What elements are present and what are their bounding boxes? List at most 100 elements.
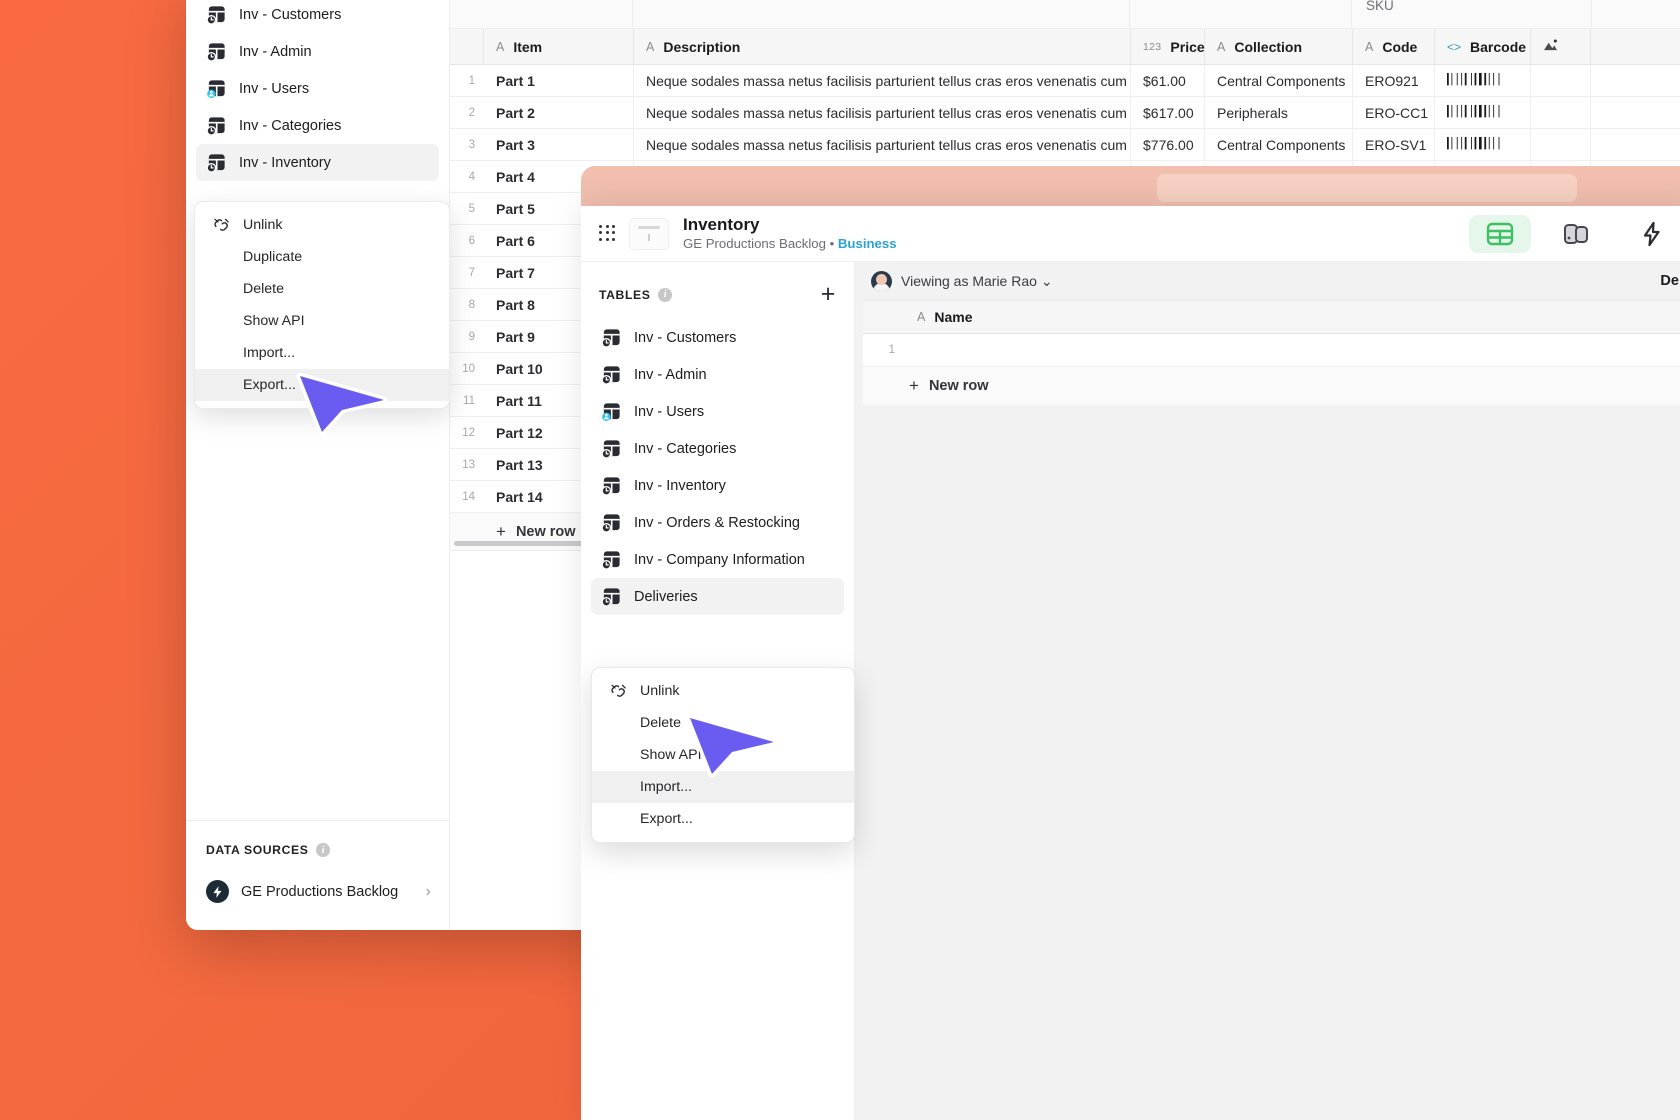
chevron-down-icon: ⌄	[1041, 273, 1053, 289]
app-title-block: Inventory GE Productions Backlog • Busin…	[683, 215, 897, 252]
foreground-table-item-label: Inv - Users	[634, 404, 704, 420]
row-index: 7	[450, 257, 484, 288]
grid-header-index	[450, 29, 484, 64]
row-cell-item[interactable]: Part 3	[484, 129, 634, 160]
foreground-table-item-4[interactable]: Inv - Inventory	[591, 467, 844, 504]
unlink-icon	[610, 684, 628, 698]
foreground-header-name[interactable]: A Name	[905, 301, 1680, 333]
row-cell-image[interactable]	[1531, 65, 1591, 96]
row-cell-price[interactable]: $61.00	[1131, 65, 1205, 96]
foreground-table-item-6[interactable]: Inv - Company Information	[591, 541, 844, 578]
foreground-menu-item-3[interactable]: Import...	[592, 771, 854, 803]
background-menu-item-0[interactable]: Unlink	[195, 209, 449, 241]
info-icon[interactable]: i	[316, 843, 330, 857]
foreground-menu-item-label: Show API	[610, 747, 702, 763]
foreground-menu-item-4[interactable]: Export...	[592, 803, 854, 835]
background-table-context-menu[interactable]: UnlinkDuplicateDeleteShow APIImport...Ex…	[194, 201, 450, 409]
background-menu-item-2[interactable]: Delete	[195, 273, 449, 305]
row-cell-code[interactable]: ERO-SV1	[1353, 129, 1435, 160]
row-index: 8	[450, 289, 484, 320]
grid-new-row-label: New row	[516, 524, 576, 540]
foreground-menu-item-2[interactable]: Show API	[592, 739, 854, 771]
app-title: Inventory	[683, 215, 897, 235]
row-cell-price[interactable]: $617.00	[1131, 97, 1205, 128]
grid-header-price[interactable]: 123 Price	[1131, 29, 1205, 64]
grid-header-item[interactable]: A Item	[484, 29, 634, 64]
data-source-item-ge-productions-backlog[interactable]: GE Productions Backlog ›	[186, 873, 449, 910]
background-table-item-label: Inv - Categories	[239, 118, 341, 134]
table-row[interactable]: 2Part 2Neque sodales massa netus facilis…	[450, 97, 1680, 129]
background-table-item-1[interactable]: Inv - Admin	[196, 33, 439, 70]
app-thumbnail-icon: I	[629, 218, 669, 250]
data-sources-heading: DATA SOURCES i	[186, 843, 449, 873]
background-table-item-2[interactable]: Inv - Users	[196, 70, 439, 107]
foreground-table-item-5[interactable]: Inv - Orders & Restocking	[591, 504, 844, 541]
grid-view-button[interactable]	[1469, 215, 1531, 253]
table-row[interactable]: 3Part 3Neque sodales massa netus facilis…	[450, 129, 1680, 161]
row-cell-price[interactable]: $776.00	[1131, 129, 1205, 160]
row-cell-code[interactable]: ERO921	[1353, 65, 1435, 96]
foreground-table-item-3[interactable]: Inv - Categories	[591, 430, 844, 467]
foreground-table-item-7[interactable]: Deliveries	[591, 578, 844, 615]
automation-view-button[interactable]	[1621, 215, 1680, 253]
foreground-menu-item-1[interactable]: Delete	[592, 707, 854, 739]
background-table-item-0[interactable]: Inv - Customers	[196, 0, 439, 33]
viewing-as-button[interactable]: Viewing as Marie Rao ⌄	[901, 273, 1053, 290]
row-cell-barcode[interactable]	[1435, 97, 1531, 128]
drag-grip-icon[interactable]	[599, 225, 617, 243]
grid-header-image[interactable]	[1531, 29, 1591, 64]
foreground-table-context-menu[interactable]: UnlinkDelete Show API Import...Export...	[591, 667, 855, 843]
row-cell-item[interactable]: Part 1	[484, 65, 634, 96]
row-index: 4	[450, 161, 484, 192]
image-type-icon	[1543, 39, 1558, 55]
table-icon	[206, 152, 227, 173]
row-cell-code[interactable]: ERO-CC1	[1353, 97, 1435, 128]
grid-column-header-row: A Item A Description 123 Price A Collect…	[450, 29, 1680, 65]
background-menu-item-3[interactable]: Show API	[195, 305, 449, 337]
table-icon	[206, 115, 227, 136]
foreground-table-item-0[interactable]: Inv - Customers	[591, 319, 844, 356]
row-cell-collection[interactable]: Central Components	[1205, 65, 1353, 96]
foreground-menu-item-0[interactable]: Unlink	[592, 675, 854, 707]
row-cell-collection[interactable]: Central Components	[1205, 129, 1353, 160]
grid-header-collection[interactable]: A Collection	[1205, 29, 1353, 64]
table-icon	[601, 512, 622, 533]
grid-group-header-row: SKU	[450, 0, 1680, 29]
foreground-table-item-2[interactable]: Inv - Users	[591, 393, 844, 430]
grid-header-description[interactable]: A Description	[634, 29, 1131, 64]
background-table-item-3[interactable]: Inv - Categories	[196, 107, 439, 144]
grid-header-barcode[interactable]: <> Barcode	[1435, 29, 1531, 64]
foreground-table-item-1[interactable]: Inv - Admin	[591, 356, 844, 393]
foreground-header-index	[863, 301, 905, 333]
foreground-new-row-button[interactable]: + New row	[863, 367, 1680, 405]
row-cell-image[interactable]	[1531, 97, 1591, 128]
code-type-icon: <>	[1447, 40, 1461, 54]
grid-header-code[interactable]: A Code	[1353, 29, 1435, 64]
info-icon[interactable]: i	[658, 288, 672, 302]
row-cell-collection[interactable]: Peripherals	[1205, 97, 1353, 128]
row-cell-item[interactable]: Part 2	[484, 97, 634, 128]
row-cell-description[interactable]: Neque sodales massa netus facilisis part…	[634, 129, 1131, 160]
table-row[interactable]: 1Part 1Neque sodales massa netus facilis…	[450, 65, 1680, 97]
data-source-logo-icon	[206, 880, 229, 903]
background-menu-item-4[interactable]: Import...	[195, 337, 449, 369]
table-row[interactable]: 1	[863, 334, 1680, 367]
row-cell-description[interactable]: Neque sodales massa netus facilisis part…	[634, 97, 1131, 128]
foreground-main: Viewing as Marie Rao ⌄ Del A Name 1	[855, 262, 1680, 1120]
background-table-list: Inv - CustomersInv - AdminInv - Users Inv…	[186, 0, 449, 181]
foreground-app-window: I Inventory GE Productions Backlog • Bus…	[581, 206, 1680, 1120]
page-view-button[interactable]	[1545, 215, 1607, 253]
row-index: 1	[863, 344, 905, 356]
row-cell-barcode[interactable]	[1435, 129, 1531, 160]
add-table-button[interactable]: +	[821, 282, 836, 307]
foreground-table-item-label: Inv - Admin	[634, 367, 707, 383]
background-table-item-4[interactable]: Inv - Inventory	[196, 144, 439, 181]
background-menu-item-1[interactable]: Duplicate	[195, 241, 449, 273]
table-icon	[206, 41, 227, 62]
row-cell-image[interactable]	[1531, 129, 1591, 160]
background-menu-item-5[interactable]: Export...	[195, 369, 449, 401]
row-cell-barcode[interactable]	[1435, 65, 1531, 96]
row-cell-description[interactable]: Neque sodales massa netus facilisis part…	[634, 65, 1131, 96]
foreground-table-item-label: Deliveries	[634, 589, 698, 605]
row-index: 14	[450, 481, 484, 512]
